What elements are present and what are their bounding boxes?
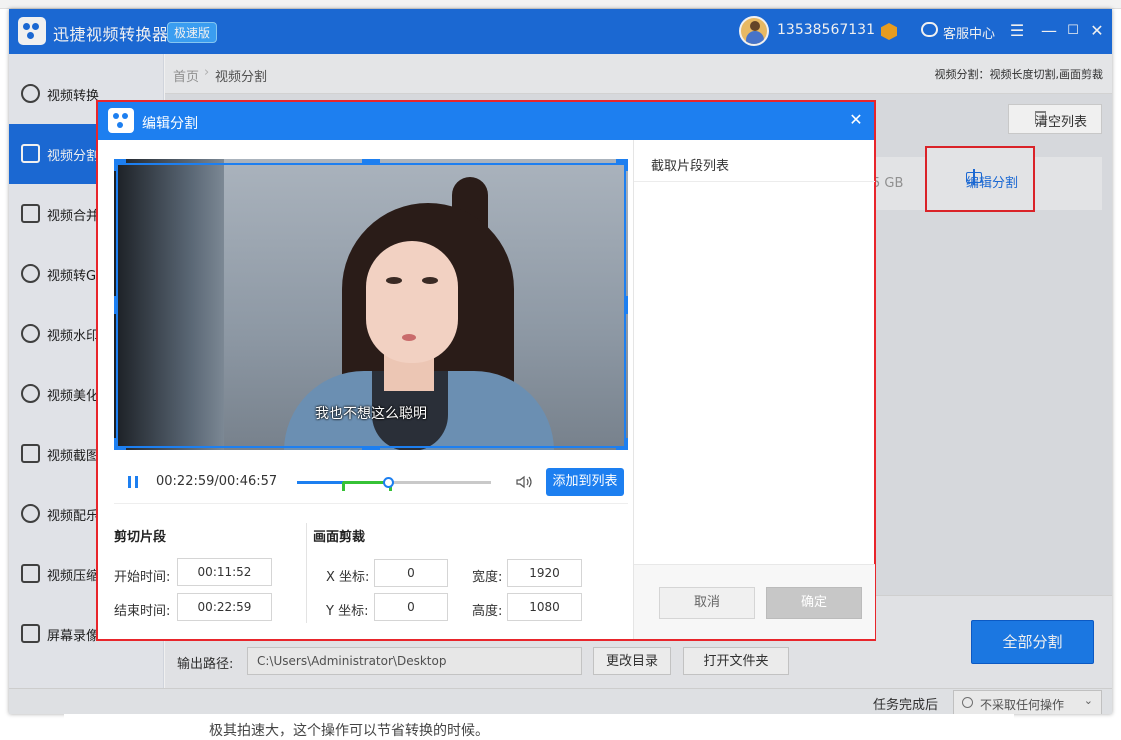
menu-icon[interactable]: ☰: [1005, 17, 1029, 45]
dialog-title: 编辑分割: [142, 116, 198, 132]
chat-icon[interactable]: [921, 22, 938, 37]
edit-split-button[interactable]: 编辑分割: [925, 146, 1035, 212]
segment-start-marker[interactable]: [342, 482, 345, 491]
crop-frame[interactable]: [116, 163, 626, 448]
cancel-button[interactable]: 取消: [659, 587, 755, 619]
crop-handle-bottom[interactable]: [362, 446, 380, 450]
sidebar-item-label: 视频分割: [47, 149, 100, 164]
edit-split-label: 编辑分割: [966, 176, 1019, 191]
y-coordinate-label: Y 坐标:: [326, 604, 369, 619]
app-title: 迅捷视频转换器: [53, 25, 169, 44]
x-coordinate-field[interactable]: 0: [374, 559, 448, 587]
end-time-field[interactable]: 00:22:59: [177, 593, 272, 621]
maximize-button[interactable]: ☐: [1061, 17, 1085, 45]
merge-icon: [21, 204, 40, 223]
cut-section-title: 剪切片段: [114, 530, 167, 545]
sidebar-item-label: 视频截图: [47, 449, 100, 464]
clip-list-panel: 截取片段列表 取消 确定: [633, 140, 875, 639]
width-field[interactable]: 1920: [507, 559, 582, 587]
clip-list-title: 截取片段列表: [651, 159, 730, 174]
dialog-logo-icon: [108, 108, 134, 133]
close-button[interactable]: ✕: [1085, 17, 1109, 45]
screenshot-icon: [21, 444, 40, 463]
user-phone[interactable]: 13538567131: [777, 22, 875, 38]
prohibit-icon: [962, 697, 973, 708]
gif-icon: [21, 264, 40, 283]
minimize-button[interactable]: —: [1037, 17, 1061, 45]
service-center-link[interactable]: 客服中心: [943, 23, 995, 42]
timeline-slider[interactable]: [297, 477, 491, 491]
status-bar: 任务完成后 不采取任何操作 ⌄: [9, 688, 1112, 714]
playback-controls: 00:22:59/00:46:57 添加到列表: [114, 464, 628, 504]
convert-icon: [21, 84, 40, 103]
dialog-title-bar: 编辑分割 ✕: [98, 102, 874, 140]
sidebar-item-label: 视频水印: [47, 329, 100, 344]
height-field[interactable]: 1080: [507, 593, 582, 621]
compress-icon: [21, 564, 40, 583]
vip-icon[interactable]: [881, 23, 897, 40]
clip-list-header: 截取片段列表: [634, 140, 875, 182]
open-folder-button[interactable]: 打开文件夹: [683, 647, 789, 675]
playback-time: 00:22:59/00:46:57: [156, 474, 278, 489]
after-task-value: 不采取任何操作: [980, 698, 1065, 712]
crop-handle-top[interactable]: [362, 159, 380, 163]
add-to-list-button[interactable]: 添加到列表: [546, 468, 624, 496]
width-label: 宽度:: [472, 570, 503, 585]
change-dir-button[interactable]: 更改目录: [593, 647, 671, 675]
dialog-close-icon[interactable]: ✕: [846, 110, 866, 130]
after-task-label: 任务完成后: [873, 698, 939, 713]
breadcrumb: 首页 › 视频分割 视频分割：视频长度切割,画面剪裁: [165, 54, 1112, 94]
clear-list-label: 清空列表: [1035, 115, 1088, 130]
title-bar: 迅捷视频转换器 极速版 13538567131 客服中心 ☰ — ☐ ✕: [9, 9, 1112, 54]
background-document: 极其拍速大，这个操作可以节省转换的时候。: [64, 714, 1014, 739]
app-logo-icon: [18, 17, 46, 45]
edit-split-dialog: 编辑分割 ✕ 我也不想这么聪明 00:22:59/00:46:57 添加到列表 …: [96, 100, 876, 641]
beautify-icon: [21, 384, 40, 403]
record-icon: [21, 624, 40, 643]
y-coordinate-field[interactable]: 0: [374, 593, 448, 621]
chevron-down-icon: ⌄: [1083, 694, 1093, 707]
start-time-field[interactable]: 00:11:52: [177, 558, 272, 586]
start-time-label: 开始时间:: [114, 570, 171, 585]
sidebar-item-label: 视频美化: [47, 389, 100, 404]
confirm-button[interactable]: 确定: [766, 587, 862, 619]
edition-badge: 极速版: [167, 22, 218, 43]
section-divider: [306, 523, 307, 623]
dialog-footer: 取消 确定: [634, 564, 875, 639]
document-ruler: [0, 0, 1121, 9]
split-icon: [21, 144, 40, 163]
volume-icon[interactable]: [516, 475, 532, 489]
music-icon: [21, 504, 40, 523]
after-task-select[interactable]: 不采取任何操作 ⌄: [953, 690, 1102, 714]
split-all-button[interactable]: 全部分割: [971, 620, 1094, 664]
pause-icon[interactable]: [128, 476, 138, 488]
feature-description: 视频分割：视频长度切割,画面剪裁: [934, 68, 1104, 81]
clear-list-button[interactable]: 清空列表: [1008, 104, 1102, 134]
x-coordinate-label: X 坐标:: [326, 570, 370, 585]
watermark-icon: [21, 324, 40, 343]
crop-section-title: 画面剪裁: [313, 530, 366, 545]
sidebar-item-label: 视频配乐: [47, 509, 100, 524]
output-path-label: 输出路径:: [177, 657, 234, 672]
end-time-label: 结束时间:: [114, 604, 171, 619]
breadcrumb-separator: ›: [204, 65, 210, 80]
background-document-text: 极其拍速大，这个操作可以节省转换的时候。: [209, 723, 489, 739]
file-size: 5 GB: [872, 176, 904, 191]
crop-handle-right[interactable]: [624, 296, 628, 314]
sidebar-item-label: 视频压缩: [47, 569, 100, 584]
sidebar-item-label: 屏幕录像: [47, 629, 100, 644]
breadcrumb-current: 视频分割: [215, 70, 268, 85]
playhead-knob[interactable]: [383, 477, 394, 488]
output-path-field[interactable]: C:\Users\Administrator\Desktop: [247, 647, 582, 675]
user-avatar[interactable]: [739, 16, 769, 46]
height-label: 高度:: [472, 604, 503, 619]
sidebar-item-label: 视频转换: [47, 89, 100, 104]
breadcrumb-home[interactable]: 首页: [173, 66, 199, 85]
crop-handle-left[interactable]: [114, 296, 118, 314]
sidebar-item-label: 视频合并: [47, 209, 100, 224]
